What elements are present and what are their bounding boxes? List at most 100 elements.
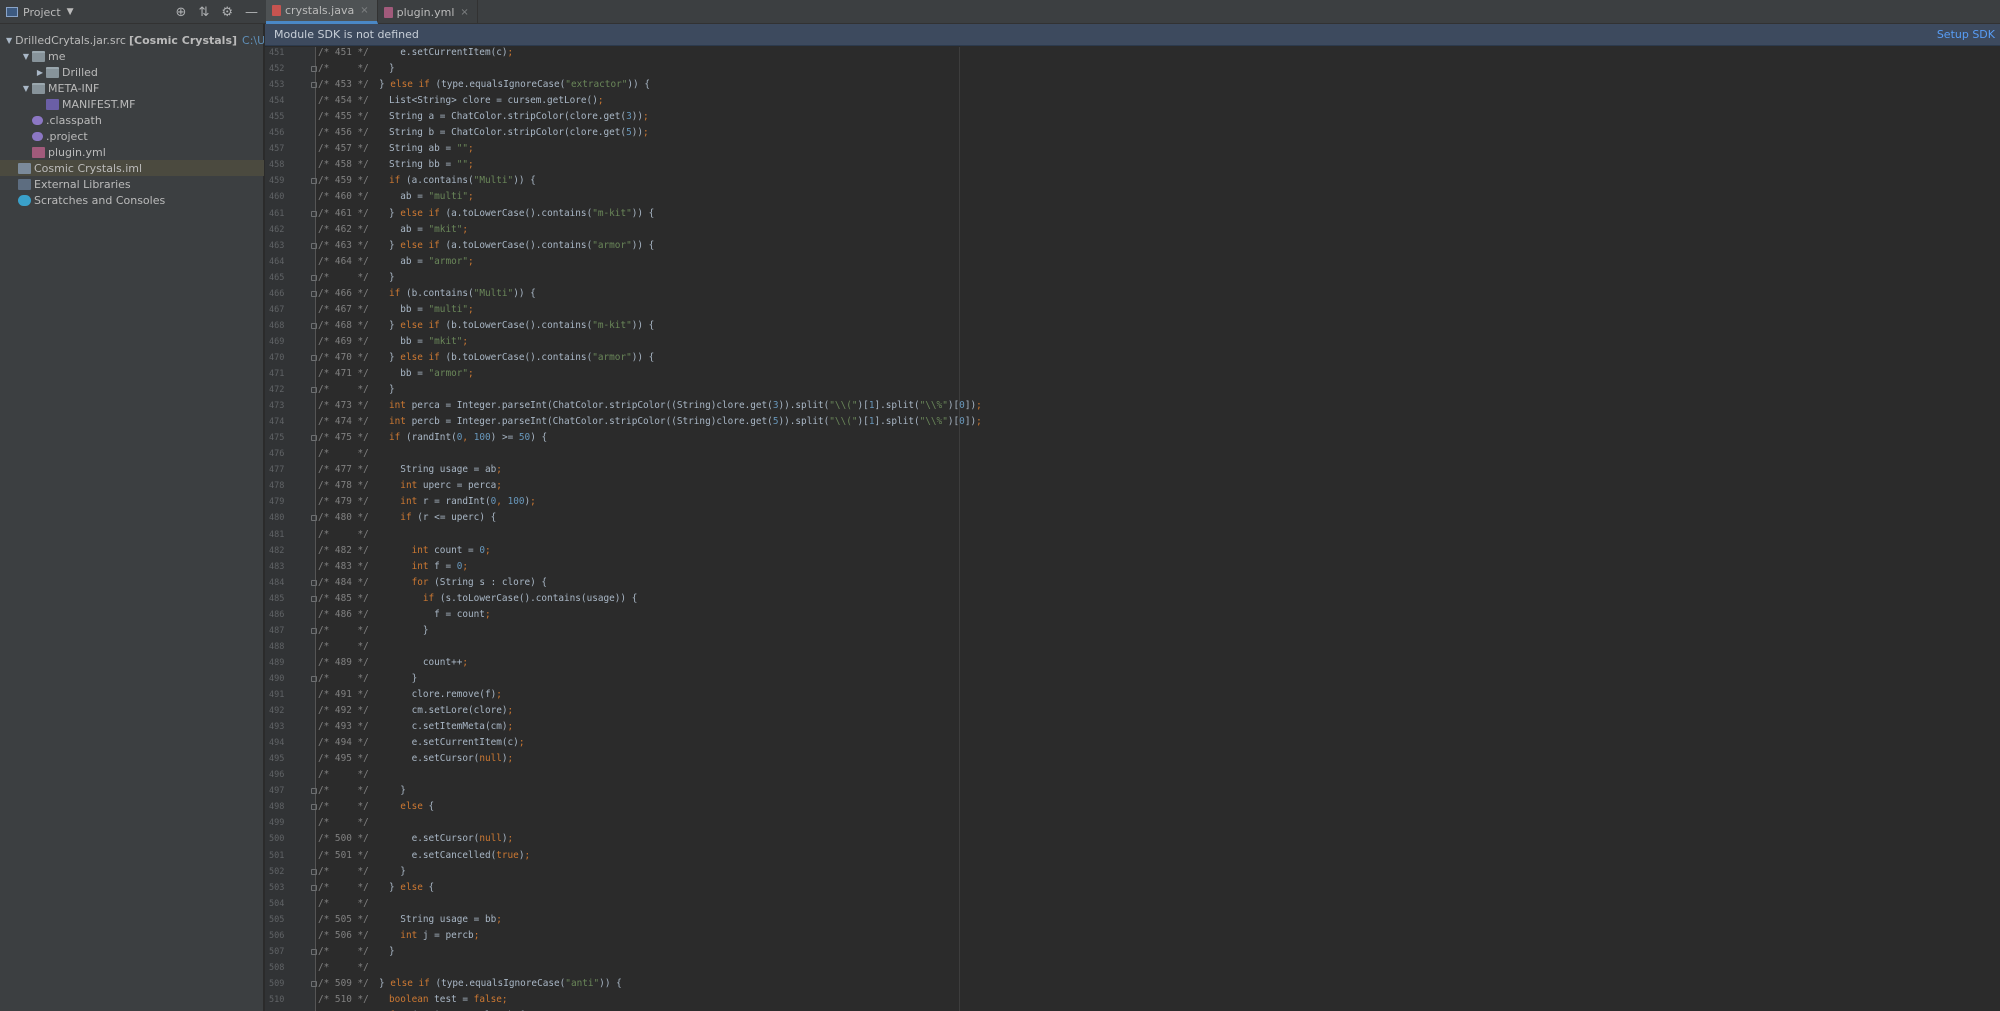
expand-arrow-icon[interactable]: ▼ [20,84,32,93]
gear-icon[interactable]: ⚙ [221,5,233,20]
tree-item[interactable]: ▼ DrilledCrytals.jar.src [Cosmic Crystals]… [0,32,264,48]
code-line[interactable]: 491 /* 491 */ clore.remove(f); [265,687,2000,703]
locate-file-icon[interactable]: ⊕ [176,5,187,20]
code-line[interactable]: 493 /* 493 */ c.setItemMeta(cm); [265,719,2000,735]
project-view-selector[interactable]: Project [23,6,61,19]
fold-marker-icon[interactable] [311,788,317,795]
code-line[interactable]: 470 /* 470 */} else if (b.toLowerCase().c… [265,350,2000,366]
tree-item[interactable]: External Libraries [0,176,264,192]
code-line[interactable]: 489 /* 489 */ count++; [265,655,2000,671]
code-line[interactable]: 463 /* 463 */} else if (a.toLowerCase().c… [265,238,2000,254]
code-line[interactable]: 486 /* 486 */ f = count; [265,607,2000,623]
tree-item[interactable]: Cosmic Crystals.iml [0,160,264,176]
close-icon[interactable]: × [360,5,368,16]
chevron-down-icon[interactable]: ▼ [67,7,74,17]
code-line[interactable]: 507 /* */} [265,944,2000,960]
fold-marker-icon[interactable] [311,579,317,586]
fold-marker-icon[interactable] [311,595,317,602]
code-line[interactable]: 467 /* 467 */ bb = "multi"; [265,302,2000,318]
expand-arrow-icon[interactable]: ▼ [20,52,32,61]
code-line[interactable]: 484 /* 484 */ for (String s : clore) { [265,575,2000,591]
code-line[interactable]: 498 /* */ else { [265,799,2000,815]
code-line[interactable]: 474 /* 474 */ int percb = Integer.parseInt… [265,414,2000,430]
fold-marker-icon[interactable] [311,178,317,185]
code-line[interactable]: 500 /* 500 */ e.setCursor(null); [265,831,2000,847]
code-line[interactable]: 503 /* */} else { [265,880,2000,896]
fold-marker-icon[interactable] [311,804,317,811]
fold-marker-icon[interactable] [311,627,317,634]
code-line[interactable]: 462 /* 462 */ ab = "mkit"; [265,222,2000,238]
code-line[interactable]: 481 /* */ [265,527,2000,543]
collapse-arrow-icon[interactable]: ▶ [34,68,46,77]
fold-marker-icon[interactable] [311,66,317,73]
code-line[interactable]: 492 /* 492 */ cm.setLore(clore); [265,703,2000,719]
tree-item[interactable]: .classpath [0,112,264,128]
fold-marker-icon[interactable] [311,274,317,281]
code-line[interactable]: 509 /* 509 */} else if (type.equalsIgnore… [265,976,2000,992]
code-line[interactable]: 506 /* 506 */ int j = percb; [265,928,2000,944]
code-line[interactable]: 490 /* */ } [265,671,2000,687]
code-line[interactable]: 479 /* 479 */ int r = randInt(0, 100); [265,494,2000,510]
code-line[interactable]: 508 /* */ [265,960,2000,976]
fold-marker-icon[interactable] [311,82,317,89]
fold-marker-icon[interactable] [311,354,317,361]
code-editor[interactable]: 451 /* 451 */ e.setCurrentItem(c); 452 /* *… [265,47,2000,1011]
code-line[interactable]: 461 /* 461 */} else if (a.toLowerCase().c… [265,206,2000,222]
fold-marker-icon[interactable] [311,868,317,875]
fold-marker-icon[interactable] [311,980,317,987]
fold-marker-icon[interactable] [311,242,317,249]
code-line[interactable]: 469 /* 469 */ bb = "mkit"; [265,334,2000,350]
setup-sdk-link[interactable]: Setup SDK [1937,28,1995,41]
fold-marker-icon[interactable] [311,435,317,442]
fold-marker-icon[interactable] [311,290,317,297]
code-line[interactable]: 502 /* */ } [265,864,2000,880]
fold-marker-icon[interactable] [311,322,317,329]
tree-item[interactable]: .project [0,128,264,144]
code-line[interactable]: 465 /* */} [265,270,2000,286]
tree-item[interactable]: MANIFEST.MF [0,96,264,112]
code-line[interactable]: 488 /* */ [265,639,2000,655]
code-line[interactable]: 459 /* 459 */ if (a.contains("Multi")) { [265,173,2000,189]
code-line[interactable]: 478 /* 478 */ int uperc = perca; [265,478,2000,494]
code-line[interactable]: 464 /* 464 */ ab = "armor"; [265,254,2000,270]
code-line[interactable]: 477 /* 477 */ String usage = ab; [265,462,2000,478]
fold-marker-icon[interactable] [311,210,317,217]
code-line[interactable]: 485 /* 485 */ if (s.toLowerCase().contain… [265,591,2000,607]
expand-arrow-icon[interactable]: ▼ [6,36,12,45]
tab-crystals-java[interactable]: crystals.java × [266,0,378,24]
fold-marker-icon[interactable] [311,515,317,522]
code-line[interactable]: 483 /* 483 */ int f = 0; [265,559,2000,575]
tree-item[interactable]: ▼ me [0,48,264,64]
code-line[interactable]: 452 /* */} [265,61,2000,77]
code-line[interactable]: 471 /* 471 */ bb = "armor"; [265,366,2000,382]
fold-marker-icon[interactable] [311,884,317,891]
code-line[interactable]: 480 /* 480 */ if (r <= uperc) { [265,510,2000,526]
code-line[interactable]: 454 /* 454 */ List<String> clore = cursem.… [265,93,2000,109]
code-line[interactable]: 494 /* 494 */ e.setCurrentItem(c); [265,735,2000,751]
code-line[interactable]: 468 /* 468 */} else if (b.toLowerCase().c… [265,318,2000,334]
code-line[interactable]: 497 /* */ } [265,783,2000,799]
code-line[interactable]: 472 /* */} [265,382,2000,398]
code-line[interactable]: 495 /* 495 */ e.setCursor(null); [265,751,2000,767]
tree-item[interactable]: plugin.yml [0,144,264,160]
code-line[interactable]: 482 /* 482 */ int count = 0; [265,543,2000,559]
code-line[interactable]: 505 /* 505 */ String usage = bb; [265,912,2000,928]
code-line[interactable]: 451 /* 451 */ e.setCurrentItem(c); [265,47,2000,61]
tree-item[interactable]: Scratches and Consoles [0,192,264,208]
close-icon[interactable]: × [460,7,468,18]
code-line[interactable]: 457 /* 457 */ String ab = ""; [265,141,2000,157]
code-line[interactable]: 455 /* 455 */ String a = ChatColor.stripCo… [265,109,2000,125]
fold-marker-icon[interactable] [311,675,317,682]
collapse-all-icon[interactable]: ⇅ [198,5,209,20]
code-line[interactable]: 504 /* */ [265,896,2000,912]
tree-item[interactable]: ▶ Drilled [0,64,264,80]
code-line[interactable]: 510 /* 510 */ boolean test = false; [265,992,2000,1008]
code-line[interactable]: 496 /* */ [265,767,2000,783]
tree-item[interactable]: ▼ META-INF [0,80,264,96]
code-line[interactable]: 460 /* 460 */ ab = "multi"; [265,189,2000,205]
code-line[interactable]: 501 /* 501 */ e.setCancelled(true); [265,848,2000,864]
hide-panel-icon[interactable]: — [245,5,258,20]
fold-marker-icon[interactable] [311,387,317,394]
code-line[interactable]: 456 /* 456 */ String b = ChatColor.stripCo… [265,125,2000,141]
code-line[interactable]: 458 /* 458 */ String bb = ""; [265,157,2000,173]
